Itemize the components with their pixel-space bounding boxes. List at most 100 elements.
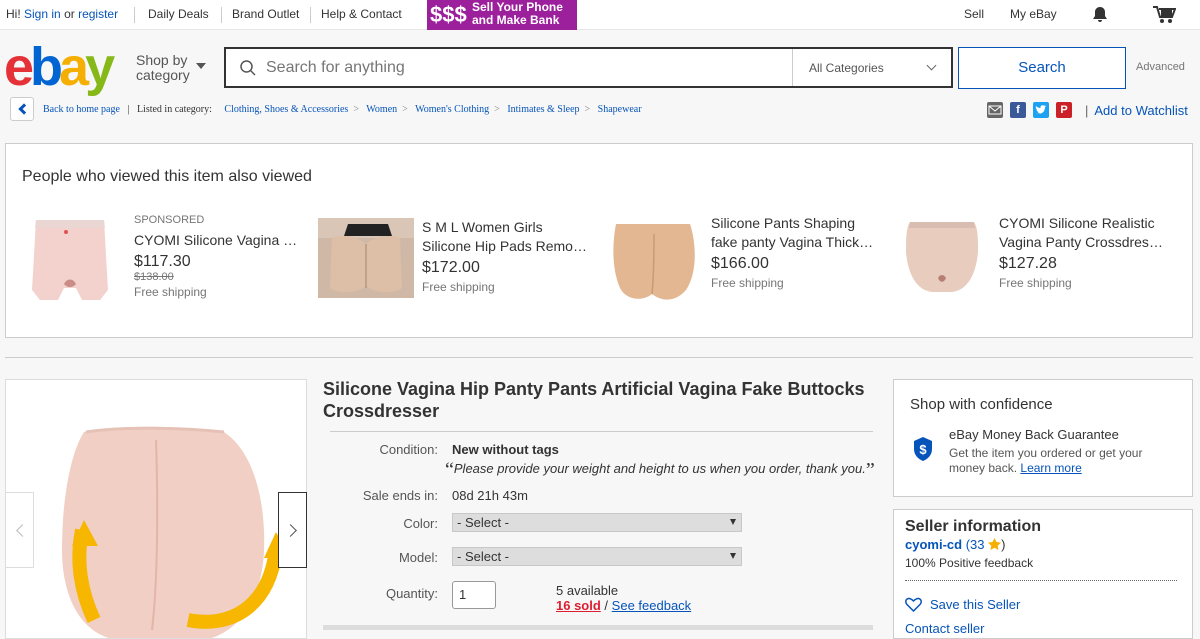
contact-seller-link[interactable]: Contact seller: [905, 621, 984, 636]
product-thumbnail[interactable]: [318, 218, 414, 298]
heart-icon[interactable]: [905, 597, 922, 612]
divider: [310, 7, 311, 23]
item-info: S M L Women Girls Silicone Hip Pads Remov…: [422, 218, 587, 294]
back-button[interactable]: [10, 97, 34, 121]
top-nav: Hi! Sign in or register Daily Deals Bran…: [0, 0, 1200, 30]
sale-ends-label: Sale ends in:: [362, 488, 438, 503]
item-title[interactable]: Silicone Pants Shaping fake panty Vagina …: [711, 214, 876, 252]
brand-outlet-link[interactable]: Brand Outlet: [232, 7, 299, 21]
search-button[interactable]: Search: [958, 47, 1126, 89]
add-to-watchlist-link[interactable]: Add to Watchlist: [1094, 103, 1187, 118]
item-info: CYOMI Silicone Realistic Vagina Panty Cro…: [999, 214, 1164, 290]
advanced-search-link[interactable]: Advanced: [1136, 61, 1185, 73]
color-select[interactable]: - Select -: [452, 513, 742, 532]
model-select[interactable]: - Select -: [452, 547, 742, 566]
title-divider: [330, 431, 873, 432]
watchlist: | Add to Watchlist: [1085, 103, 1188, 118]
sign-in-link[interactable]: Sign in: [24, 7, 61, 21]
divider: [134, 7, 135, 23]
also-viewed-item[interactable]: SPONSORED CYOMI Silicone Vagina Panty $1…: [22, 214, 302, 324]
cart-icon[interactable]: [1152, 5, 1177, 27]
item-price: $172.00: [422, 259, 480, 276]
product-thumbnail[interactable]: [894, 214, 990, 304]
sold-info: 16 sold / See feedback: [556, 598, 692, 613]
price-section-top: [323, 625, 873, 630]
category-select[interactable]: All Categories: [792, 49, 951, 86]
seller-name-link[interactable]: cyomi-cd: [905, 537, 962, 552]
dropdown-arrow-icon: [730, 553, 736, 559]
product-thumbnail[interactable]: [22, 214, 118, 304]
search-icon: [240, 60, 256, 76]
item-title[interactable]: CYOMI Silicone Realistic Vagina Panty Cro…: [999, 214, 1164, 252]
breadcrumb: Back to home page | Listed in category: …: [43, 104, 642, 115]
also-viewed-heading: People who viewed this item also viewed: [22, 168, 312, 185]
model-select-value: - Select -: [457, 549, 510, 564]
my-ebay-link[interactable]: My eBay: [1010, 7, 1057, 21]
search-input[interactable]: [266, 49, 786, 86]
twitter-icon[interactable]: [1033, 102, 1049, 118]
divider: [221, 7, 222, 23]
quantity-input[interactable]: 1: [452, 581, 496, 609]
banner-text: Sell Your Phone and Make Bank: [472, 0, 563, 27]
back-to-home-link[interactable]: Back to home page: [43, 104, 120, 115]
item-info: Silicone Pants Shaping fake panty Vagina …: [711, 214, 876, 290]
breadcrumb-item[interactable]: Intimates & Sleep: [507, 104, 579, 115]
seller-info-panel: Seller information cyomi-cd (33 ) 100% P…: [893, 509, 1193, 639]
also-viewed-item[interactable]: Silicone Pants Shaping fake panty Vagina …: [606, 214, 886, 324]
prev-image-button[interactable]: [5, 492, 34, 568]
next-image-button[interactable]: [278, 492, 307, 568]
shop-with-confidence-panel: Shop with confidence $ eBay Money Back G…: [893, 379, 1193, 497]
bell-icon[interactable]: [1092, 6, 1108, 26]
available-count: 5 available: [556, 583, 619, 598]
register-link[interactable]: register: [78, 7, 118, 21]
chevron-down-icon: [196, 63, 206, 69]
daily-deals-link[interactable]: Daily Deals: [148, 7, 209, 21]
item-price: $127.28: [999, 255, 1057, 272]
seller-name-row: cyomi-cd (33 ): [905, 537, 1006, 552]
banner-dollars: $$$: [430, 2, 467, 27]
category-select-label: All Categories: [809, 61, 884, 75]
item-title[interactable]: CYOMI Silicone Vagina Panty: [134, 231, 299, 250]
ebay-logo[interactable]: ebay: [4, 40, 115, 94]
also-viewed-item[interactable]: CYOMI Silicone Realistic Vagina Panty Cro…: [894, 214, 1174, 324]
item-price: $166.00: [711, 255, 769, 272]
chevron-left-icon: [18, 103, 30, 115]
item-title: Silicone Vagina Hip Panty Pants Artifici…: [323, 379, 865, 421]
also-viewed-item[interactable]: S M L Women Girls Silicone Hip Pads Remov…: [318, 218, 598, 328]
color-label: Color:: [403, 516, 438, 531]
sell-phone-banner[interactable]: $$$ Sell Your Phone and Make Bank: [427, 0, 577, 30]
confidence-heading: Shop with confidence: [910, 396, 1053, 413]
breadcrumb-item[interactable]: Women: [366, 104, 397, 115]
save-seller-link[interactable]: Save this Seller: [930, 597, 1020, 612]
item-original-price: $138.00: [134, 271, 174, 283]
email-icon[interactable]: [987, 102, 1003, 118]
facebook-icon[interactable]: f: [1010, 102, 1026, 118]
positive-feedback: 100% Positive feedback: [905, 556, 1034, 570]
sold-count-link[interactable]: 16 sold: [556, 598, 601, 613]
item-info: SPONSORED CYOMI Silicone Vagina Panty $1…: [134, 214, 299, 299]
item-shipping: Free shipping: [422, 280, 495, 294]
see-feedback-link[interactable]: See feedback: [612, 598, 692, 613]
condition-note: “Please provide your weight and height t…: [445, 459, 875, 481]
sale-ends-value: 08d 21h 43m: [452, 488, 528, 503]
pinterest-icon[interactable]: P: [1056, 102, 1072, 118]
product-thumbnail[interactable]: [606, 214, 702, 304]
breadcrumb-item[interactable]: Women's Clothing: [415, 104, 489, 115]
shop-by-category-button[interactable]: Shop by category: [136, 53, 190, 83]
item-title[interactable]: S M L Women Girls Silicone Hip Pads Remov…: [422, 218, 587, 256]
item-shipping: Free shipping: [711, 276, 784, 290]
condition-label: Condition:: [379, 442, 438, 457]
chevron-left-icon: [16, 524, 29, 537]
also-viewed-section: People who viewed this item also viewed …: [5, 143, 1193, 338]
item-shipping: Free shipping: [134, 285, 207, 299]
svg-text:$: $: [919, 442, 927, 457]
main-product-image[interactable]: [5, 379, 307, 639]
money-back-guarantee: eBay Money Back Guarantee: [949, 427, 1119, 442]
breadcrumb-item[interactable]: Clothing, Shoes & Accessories: [224, 104, 348, 115]
learn-more-link[interactable]: Learn more: [1020, 461, 1081, 475]
help-contact-link[interactable]: Help & Contact: [321, 7, 402, 21]
breadcrumb-item[interactable]: Shapewear: [598, 104, 642, 115]
seller-heading: Seller information: [905, 518, 1042, 535]
feedback-count-link[interactable]: 33: [970, 537, 984, 552]
sell-link[interactable]: Sell: [964, 7, 984, 21]
